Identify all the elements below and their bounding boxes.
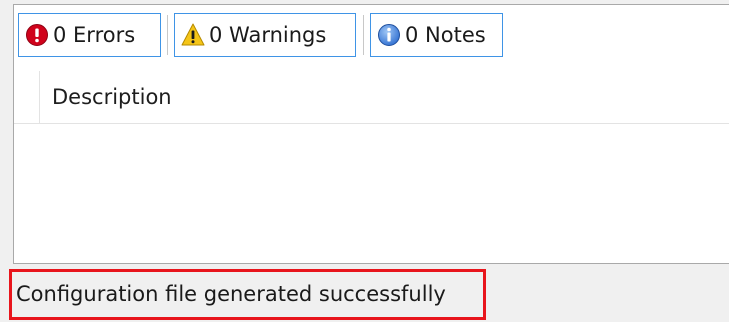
errors-filter-label: 0 Errors [53, 23, 136, 47]
info-icon [377, 22, 401, 48]
status-message: Configuration file generated successfull… [9, 269, 486, 320]
warning-icon [181, 22, 205, 48]
filter-toolbar: 0 Errors 0 Warnings 0 Notes [14, 5, 729, 71]
messages-list[interactable] [14, 124, 729, 263]
error-list-panel: 0 Errors 0 Warnings 0 Notes Description [13, 4, 729, 264]
toolbar-separator [363, 15, 364, 55]
error-icon [25, 22, 49, 48]
warnings-filter-label: 0 Warnings [209, 23, 327, 47]
column-header-row: Description [14, 71, 729, 124]
warnings-filter-button[interactable]: 0 Warnings [174, 13, 356, 57]
notes-filter-button[interactable]: 0 Notes [370, 13, 503, 57]
toolbar-separator [167, 15, 168, 55]
description-column-header[interactable]: Description [52, 71, 172, 123]
notes-filter-label: 0 Notes [405, 23, 486, 47]
row-indicator-header [14, 71, 40, 123]
errors-filter-button[interactable]: 0 Errors [18, 13, 161, 57]
